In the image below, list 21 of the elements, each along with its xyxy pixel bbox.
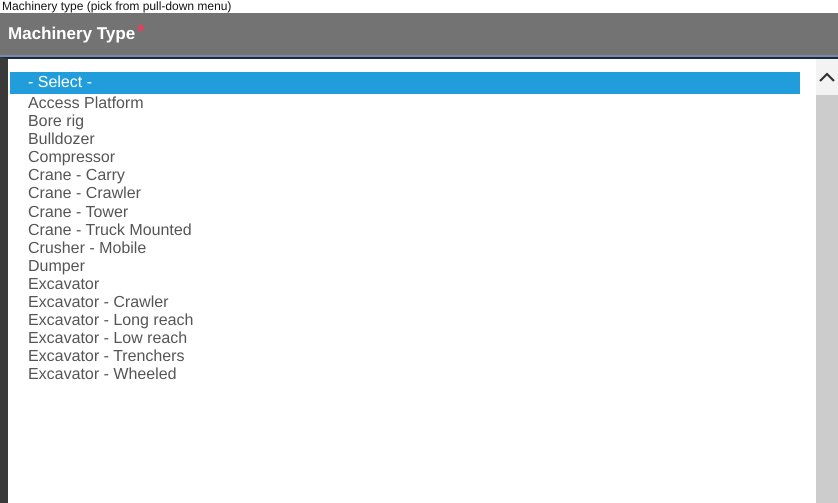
dropdown-option[interactable]: Excavator - Long reach [10, 312, 800, 330]
required-mark: * [137, 21, 144, 42]
dropdown-option[interactable]: Excavator [10, 276, 800, 294]
caption: Machinery type (pick from pull-down menu) [1, 0, 232, 13]
dropdown-option[interactable]: Excavator - Wheeled [10, 366, 800, 384]
dropdown-option[interactable]: Excavator - Trenchers [10, 348, 800, 366]
dropdown-option[interactable]: Bore rig [10, 113, 800, 132]
dropdown-option[interactable]: Dumper [10, 258, 800, 276]
dropdown-option[interactable]: Crane - Crawler [10, 185, 800, 204]
dropdown-option[interactable]: Bulldozer [10, 131, 800, 150]
dropdown-option[interactable]: Excavator - Low reach [10, 330, 800, 348]
dropdown-option[interactable]: Crusher - Mobile [10, 240, 800, 258]
dropdown-option[interactable]: Excavator - Crawler [10, 294, 800, 312]
dropdown-option[interactable]: Crane - Carry [10, 167, 800, 186]
dropdown-option[interactable]: Compressor [10, 149, 800, 168]
dropdown-option[interactable]: Crane - Tower [10, 204, 800, 222]
chevron-up-icon[interactable] [819, 72, 835, 82]
dropdown-option[interactable]: Access Platform [10, 95, 800, 114]
field-label: Machinery Type [8, 24, 136, 44]
scrollbar[interactable] [816, 59, 838, 503]
dropdown-option[interactable]: Crane - Truck Mounted [10, 222, 800, 240]
